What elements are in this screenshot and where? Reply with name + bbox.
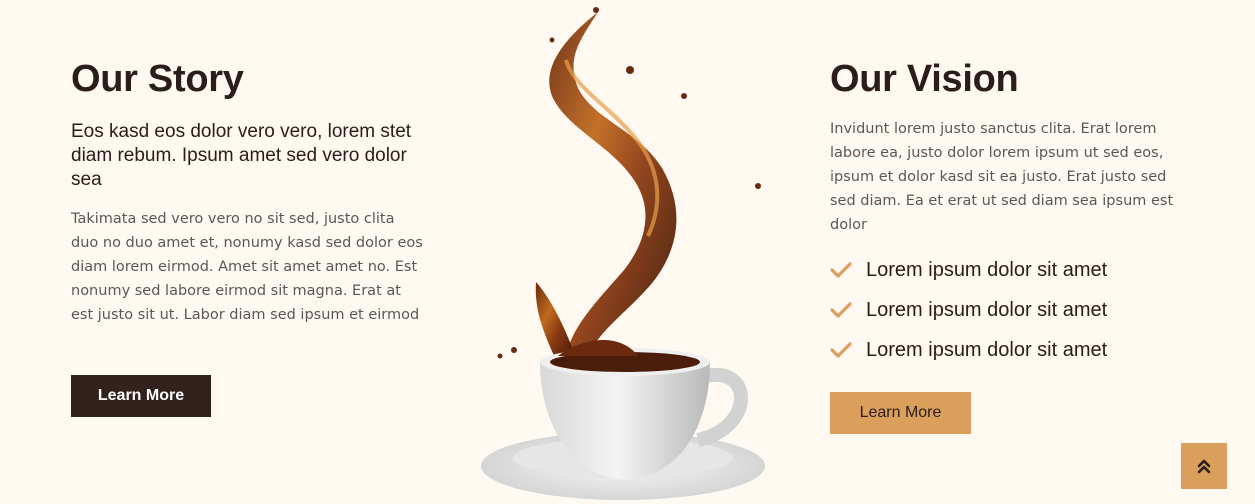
our-story-title: Our Story: [71, 58, 244, 100]
vision-feature-label: Lorem ipsum dolor sit amet: [866, 338, 1108, 361]
check-icon: [830, 342, 852, 358]
vision-feature-item: Lorem ipsum dolor sit amet: [830, 250, 1190, 290]
coffee-cup-splash-image: [481, 7, 765, 500]
check-icon: [830, 302, 852, 318]
our-vision-section: Our Vision Invidunt lorem justo sanctus …: [830, 56, 1190, 434]
our-story-body: Takimata sed vero vero no sit sed, justo…: [71, 211, 423, 323]
our-vision-title: Our Vision: [830, 58, 1019, 100]
vision-feature-item: Lorem ipsum dolor sit amet: [830, 290, 1190, 330]
our-vision-body: Invidunt lorem justo sanctus clita. Erat…: [830, 121, 1174, 233]
vision-learn-more-button[interactable]: Learn More: [830, 392, 971, 434]
back-to-top-button[interactable]: [1181, 443, 1227, 489]
our-story-section: Our Story Eos kasd eos dolor vero vero, …: [71, 56, 431, 417]
vision-feature-item: Lorem ipsum dolor sit amet: [830, 330, 1190, 370]
our-story-lead: Eos kasd eos dolor vero vero, lorem stet…: [71, 121, 412, 190]
vision-feature-list: Lorem ipsum dolor sit amet Lorem ipsum d…: [830, 250, 1190, 370]
story-learn-more-button[interactable]: Learn More: [71, 375, 211, 417]
vision-feature-label: Lorem ipsum dolor sit amet: [866, 258, 1108, 281]
vision-feature-label: Lorem ipsum dolor sit amet: [866, 298, 1108, 321]
double-chevron-up-icon: [1197, 459, 1211, 474]
check-icon: [830, 262, 852, 278]
